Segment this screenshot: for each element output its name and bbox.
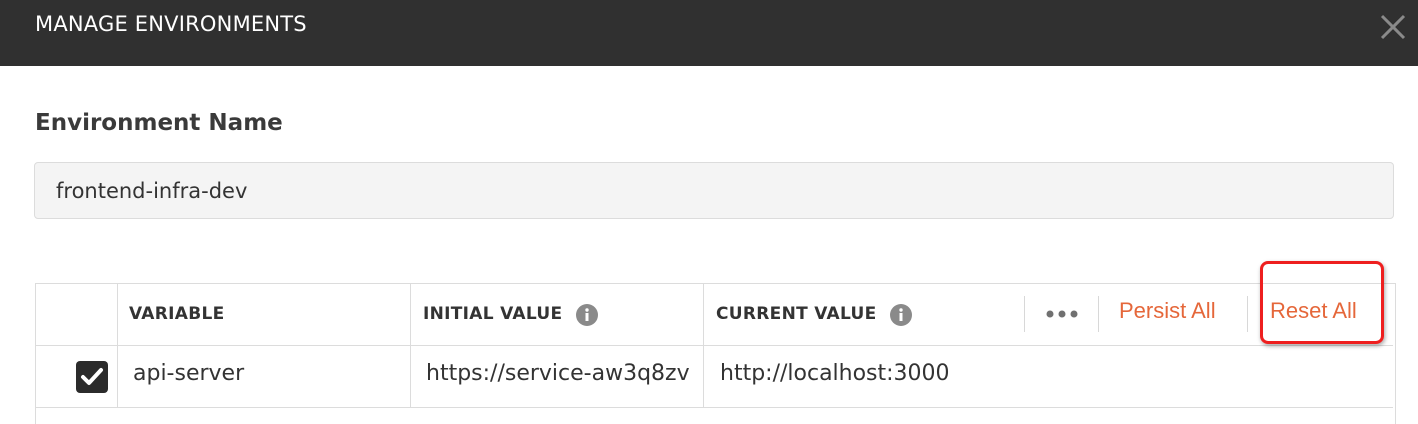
environment-name-input[interactable] <box>34 162 1394 219</box>
column-divider <box>703 284 704 345</box>
close-icon[interactable] <box>1378 12 1408 42</box>
column-divider <box>117 346 118 407</box>
info-icon[interactable] <box>890 304 912 326</box>
info-icon[interactable] <box>576 304 598 326</box>
variable-cell[interactable]: api-server <box>133 361 403 386</box>
persist-all-button[interactable]: Persist All <box>1119 298 1216 324</box>
modal-titlebar: MANAGE ENVIRONMENTS <box>0 0 1418 66</box>
column-divider <box>410 346 411 407</box>
column-divider <box>410 284 411 345</box>
action-separator <box>1024 296 1025 332</box>
reset-all-button[interactable]: Reset All <box>1270 298 1357 324</box>
more-horizontal-icon[interactable] <box>1044 300 1080 328</box>
current-value-cell[interactable]: http://localhost:3000 <box>720 361 1320 386</box>
modal-title: MANAGE ENVIRONMENTS <box>35 12 307 36</box>
current-value-column-header: CURRENT VALUE <box>716 304 877 324</box>
table-row: api-server https://service-aw3q8zv http:… <box>36 346 1393 408</box>
variable-column-header: VARIABLE <box>129 304 225 324</box>
action-separator <box>1098 296 1099 332</box>
initial-value-column-header: INITIAL VALUE <box>423 304 563 324</box>
column-divider <box>117 284 118 345</box>
action-separator <box>1247 296 1248 332</box>
initial-value-cell[interactable]: https://service-aw3q8zv <box>426 361 692 386</box>
variables-table: VARIABLE INITIAL VALUE CURRENT VALUE Per… <box>35 261 1396 424</box>
table-header-row: VARIABLE INITIAL VALUE CURRENT VALUE Per… <box>36 261 1393 346</box>
row-enabled-checkbox[interactable] <box>76 361 108 393</box>
column-divider <box>703 346 704 407</box>
environment-name-label: Environment Name <box>35 110 283 136</box>
